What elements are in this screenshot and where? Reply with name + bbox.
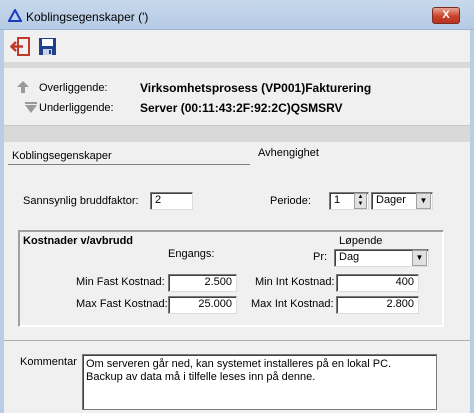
tab-koblingsegenskaper[interactable]: Koblingsegenskaper	[12, 150, 112, 162]
period-spinner[interactable]: ▲ ▼	[354, 193, 367, 209]
close-button[interactable]: X	[432, 7, 460, 24]
period-value: 1	[334, 194, 341, 206]
save-icon[interactable]	[37, 36, 59, 57]
down-arrow-icon	[25, 102, 37, 113]
period-unit-value: Dager	[376, 194, 406, 206]
relation-info-panel	[4, 68, 470, 126]
costs-group-title: Kostnader v/avbrudd	[23, 235, 134, 247]
per-dropdown-icon[interactable]: ▼	[412, 250, 427, 266]
running-header: Løpende	[339, 235, 383, 247]
window-frame-right	[470, 30, 474, 413]
max-fixed-input[interactable]: 25.000	[168, 296, 237, 314]
break-factor-label: Sannsynlig bruddfaktor:	[23, 195, 139, 207]
min-int-label: Min Int Kostnad:	[255, 276, 335, 288]
exit-icon[interactable]	[10, 36, 32, 57]
max-int-input[interactable]: 2.800	[336, 296, 419, 314]
per-value: Dag	[339, 251, 360, 263]
upper-label: Overliggende:	[39, 82, 108, 94]
max-int-label: Max Int Kostnad:	[251, 298, 334, 310]
min-fixed-label: Min Fast Kostnad:	[76, 276, 165, 288]
lower-value: Server (00:11:43:2F:92:2C)QSMSRV	[140, 101, 343, 115]
per-label: Pr:	[313, 251, 328, 263]
comment-line-2: Backup av data må i tilfelle leses inn p…	[86, 371, 316, 383]
comment-textarea[interactable]: Om serveren går ned, kan systemet instal…	[82, 354, 437, 410]
title-bar: Koblingsegenskaper (') X	[0, 0, 474, 30]
window-title: Koblingsegenskaper (')	[26, 10, 149, 24]
up-arrow-icon	[17, 81, 29, 93]
lower-label: Underliggende:	[39, 102, 114, 114]
upper-value: Virksomhetsprosess (VP001)Fakturering	[140, 81, 372, 95]
min-int-input[interactable]: 400	[336, 274, 419, 292]
comment-label: Kommentar	[20, 356, 77, 368]
min-fixed-input[interactable]: 2.500	[168, 274, 237, 292]
period-unit-dropdown-icon[interactable]: ▼	[416, 193, 431, 209]
period-label: Periode:	[270, 195, 311, 207]
comment-separator	[4, 340, 470, 341]
max-fixed-label: Max Fast Kostnad:	[76, 298, 168, 310]
break-factor-input[interactable]: 2	[150, 192, 193, 210]
comment-line-1: Om serveren går ned, kan systemet instal…	[86, 358, 392, 370]
tab-avhengighet[interactable]: Avhengighet	[258, 147, 319, 159]
triangle-app-icon	[8, 9, 22, 22]
toolbar	[4, 30, 470, 62]
once-header: Engangs:	[168, 248, 215, 260]
